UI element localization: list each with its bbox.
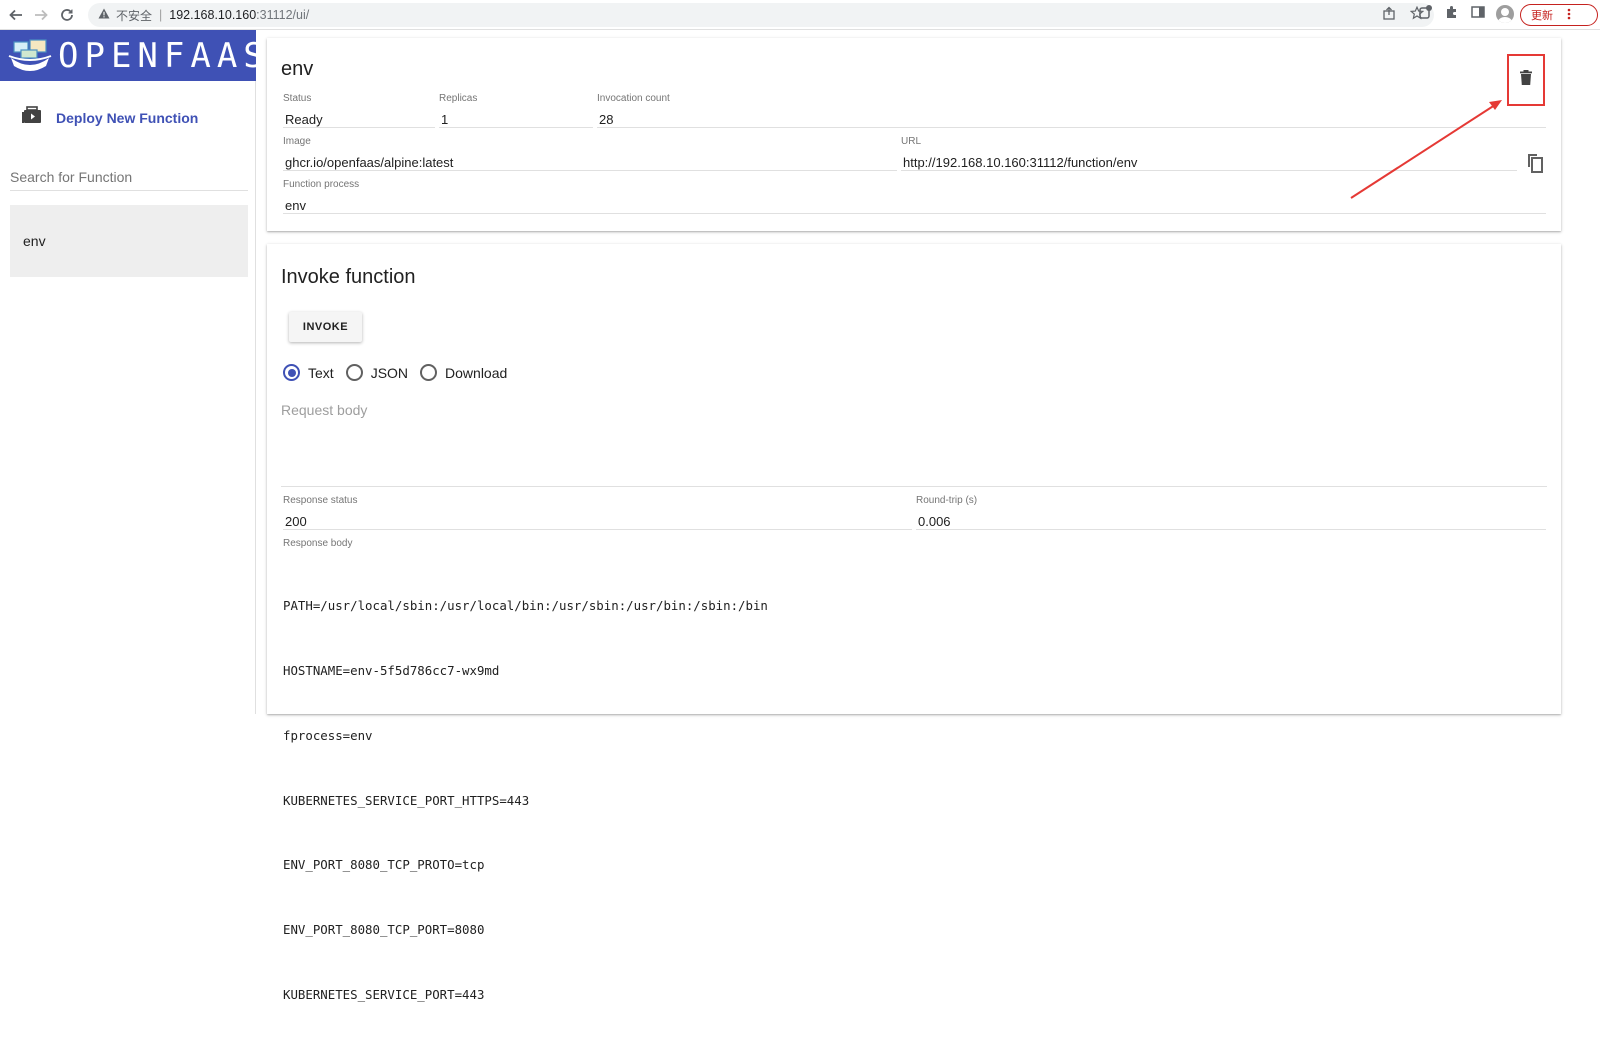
browser-extensions [1418, 4, 1514, 23]
copy-url-button[interactable] [1525, 152, 1547, 176]
function-list-item-env[interactable]: env [10, 205, 248, 277]
warning-icon [98, 8, 110, 22]
update-label: 更新 [1531, 10, 1553, 22]
url-label: URL [901, 136, 922, 147]
forward-arrow-icon[interactable] [27, 1, 55, 29]
deploy-briefcase-icon [22, 106, 42, 129]
response-status-label: Response status [283, 495, 358, 506]
round-trip-label: Round-trip (s) [916, 495, 978, 506]
function-process-value: env [283, 192, 1546, 214]
replicas-value: 1 [439, 106, 593, 128]
response-line: HOSTNAME=env-5f5d786cc7-wx9md [283, 662, 500, 678]
radio-text-label: Text [308, 364, 334, 381]
invoke-title: Invoke function [281, 266, 416, 288]
radio-download-label: Download [445, 364, 508, 381]
radio-text[interactable]: Text [283, 364, 334, 381]
address-bar[interactable]: 不安全 | 192.168.10.160:31112/ui/ [88, 3, 1434, 27]
more-vertical-icon [1567, 8, 1571, 23]
response-line: fprocess=env [283, 727, 373, 743]
replicas-label: Replicas [439, 93, 478, 104]
invocation-count-label: Invocation count [597, 93, 670, 104]
response-line: KUBERNETES_SERVICE_PORT=443 [283, 986, 485, 1002]
url-host: 192.168.10.160 [169, 8, 257, 22]
delete-function-button[interactable] [1507, 54, 1545, 106]
invocation-count-value: 28 [597, 106, 1546, 128]
reload-icon[interactable] [53, 1, 81, 29]
response-line: ENV_PORT_8080_TCP_PORT=8080 [283, 922, 485, 938]
radio-download[interactable]: Download [420, 364, 507, 381]
trash-icon [1520, 70, 1532, 90]
image-value: ghcr.io/openfaas/alpine:latest [283, 149, 897, 171]
back-arrow-icon[interactable] [2, 1, 30, 29]
radio-json-label: JSON [370, 364, 409, 381]
url-separator: | [159, 8, 163, 22]
image-label: Image [283, 136, 311, 147]
function-process-field: Function process env [283, 179, 1546, 214]
invocation-count-field: Invocation count 28 [597, 93, 1546, 128]
response-body: PATH=/usr/local/sbin:/usr/local/bin:/usr… [283, 552, 768, 1049]
profile-avatar-icon[interactable] [1496, 4, 1514, 23]
replicas-field: Replicas 1 [439, 93, 593, 128]
insecure-label: 不安全 [116, 8, 153, 23]
request-body-input[interactable] [281, 402, 1547, 487]
invoke-button[interactable]: INVOKE [289, 312, 362, 342]
browser-toolbar: 不安全 | 192.168.10.160:31112/ui/ 更新 [0, 0, 1600, 30]
deploy-new-function-button[interactable]: Deploy New Function [22, 106, 198, 129]
response-status-field: Response status 200 [283, 495, 912, 530]
search-function-input[interactable] [10, 163, 248, 191]
image-field: Image ghcr.io/openfaas/alpine:latest [283, 136, 897, 171]
copy-icon [1525, 154, 1545, 178]
response-line: KUBERNETES_SERVICE_PORT_HTTPS=443 [283, 792, 530, 808]
puzzle-icon[interactable] [1444, 4, 1460, 23]
url-path: :31112/ui/ [256, 8, 310, 22]
url-value[interactable]: http://192.168.10.160:31112/function/env [901, 149, 1517, 171]
sidebar: OPENFAAS Deploy New Function env [0, 30, 264, 714]
function-info-card: env Status Ready Replicas 1 Invocation c… [267, 38, 1561, 231]
response-body-label: Response body [283, 538, 353, 549]
openfaas-logo[interactable]: OPENFAAS [0, 30, 264, 81]
side-panel-icon[interactable] [1470, 4, 1486, 23]
response-line: ENV_PORT_8080_TCP_PROTO=tcp [283, 857, 485, 873]
radio-json[interactable]: JSON [345, 364, 409, 381]
response-status-value: 200 [283, 508, 912, 530]
whale-logo-icon [8, 36, 52, 76]
function-title: env [281, 58, 314, 80]
url-field: URL http://192.168.10.160:31112/function… [901, 136, 1517, 171]
round-trip-value: 0.006 [916, 508, 1546, 530]
invoke-function-card: Invoke function INVOKE Text JSON Downloa… [267, 244, 1561, 1002]
radio-json-circle [345, 364, 363, 381]
extension-icon[interactable] [1418, 4, 1434, 23]
round-trip-field: Round-trip (s) 0.006 [916, 495, 1546, 530]
logo-text: OPENFAAS [58, 35, 270, 76]
radio-text-circle [283, 364, 300, 381]
status-value: Ready [283, 106, 435, 128]
status-field: Status Ready [283, 93, 435, 128]
radio-download-circle [420, 364, 438, 381]
response-type-radios: Text JSON Download [283, 364, 519, 381]
status-label: Status [283, 93, 312, 104]
function-process-label: Function process [283, 179, 360, 190]
response-line: PATH=/usr/local/sbin:/usr/local/bin:/usr… [283, 598, 768, 614]
deploy-label: Deploy New Function [56, 109, 199, 126]
share-icon[interactable] [1382, 6, 1396, 23]
update-button[interactable]: 更新 [1520, 4, 1598, 26]
